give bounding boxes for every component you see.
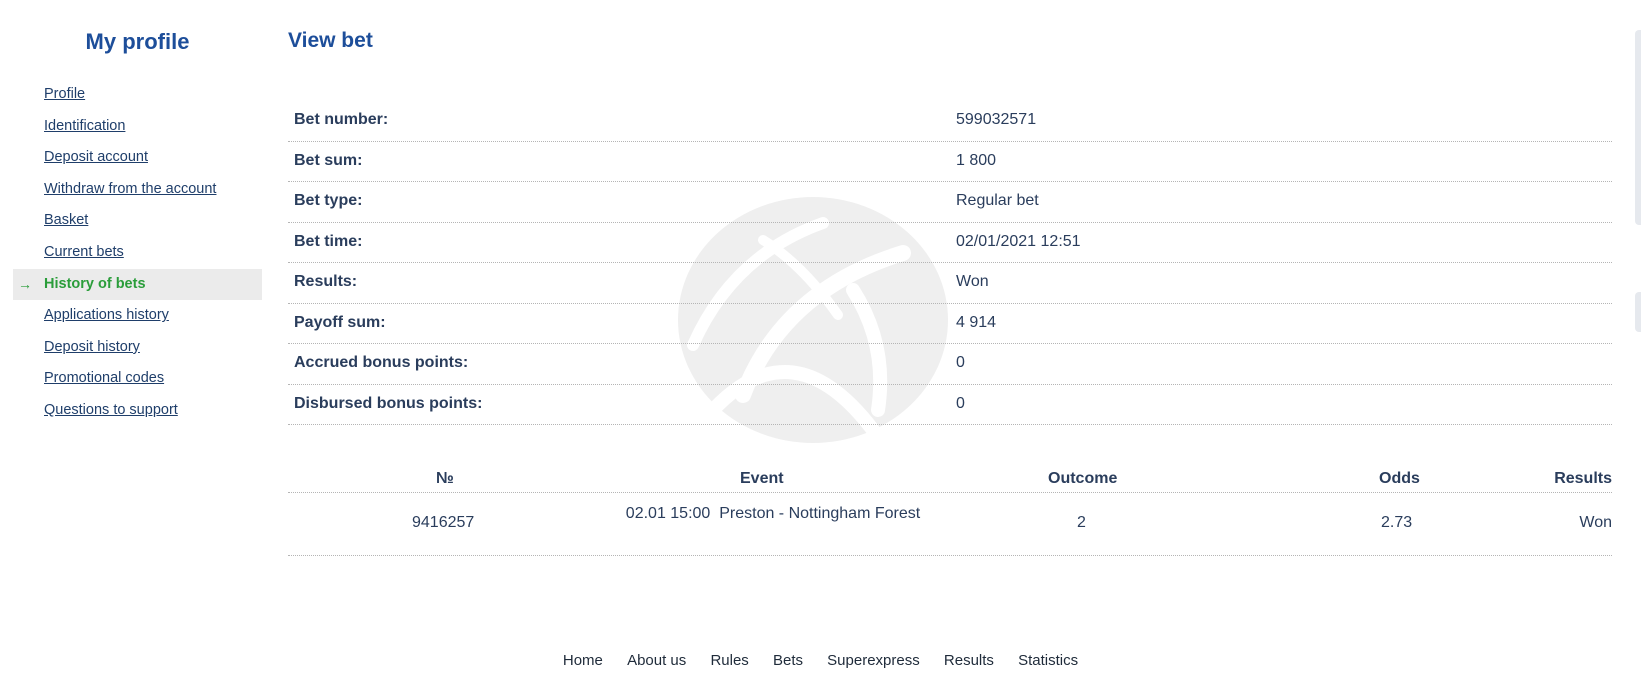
detail-label: Disbursed bonus points: bbox=[294, 394, 483, 412]
sidebar-link-deposit-account[interactable]: Deposit account bbox=[44, 149, 148, 165]
detail-label: Bet number: bbox=[294, 111, 389, 128]
detail-row-payoff-sum: Payoff sum: 4 914 bbox=[288, 304, 1612, 344]
detail-value: 0 bbox=[956, 354, 965, 371]
detail-row-bet-type: Bet type: Regular bet bbox=[288, 182, 1612, 223]
sidebar-link-profile[interactable]: Profile bbox=[44, 86, 85, 102]
detail-value: 599032571 bbox=[956, 111, 1037, 128]
sidebar-link-current-bets[interactable]: Current bets bbox=[44, 244, 124, 260]
detail-value: 1 800 bbox=[956, 151, 997, 169]
event-time: 02.01 15:00 bbox=[625, 505, 711, 522]
sidebar-title: My profile bbox=[85, 29, 190, 54]
sidebar-item-profile[interactable]: Profile bbox=[13, 79, 262, 111]
footer-link-rules[interactable]: Rules bbox=[710, 652, 748, 669]
cell-results: Won bbox=[1579, 514, 1612, 531]
sidebar-item-promotional-codes[interactable]: Promotional codes bbox=[13, 363, 262, 395]
cell-number: 9416257 bbox=[412, 514, 475, 531]
events-table: № Event Outcome Odds Results 9416257 02.… bbox=[288, 462, 1612, 556]
detail-row-results: Results: Won bbox=[288, 263, 1612, 304]
footer-link-results[interactable]: Results bbox=[944, 652, 994, 669]
column-header-results: Results bbox=[1554, 470, 1612, 487]
detail-value: Regular bet bbox=[956, 192, 1039, 209]
detail-label: Results: bbox=[294, 273, 358, 290]
sidebar-item-deposit-history[interactable]: Deposit history bbox=[13, 332, 262, 364]
sidebar-item-identification[interactable]: Identification bbox=[13, 111, 262, 143]
detail-value: Won bbox=[956, 273, 989, 290]
footer-link-home[interactable]: Home bbox=[563, 652, 603, 669]
column-header-event: Event bbox=[740, 470, 784, 487]
event-name: Preston - Nottingham Forest bbox=[719, 505, 921, 522]
sidebar-item-withdraw[interactable]: Withdraw from the account bbox=[13, 174, 262, 206]
side-panel-tab[interactable] bbox=[1635, 292, 1641, 332]
detail-value: 0 bbox=[956, 394, 965, 412]
footer-link-statistics[interactable]: Statistics bbox=[1018, 652, 1078, 669]
sidebar-link-questions-to-support[interactable]: Questions to support bbox=[44, 402, 178, 418]
detail-label: Bet sum: bbox=[294, 151, 363, 169]
side-panel-tab[interactable] bbox=[1635, 30, 1641, 225]
cell-odds: 2.73 bbox=[1381, 514, 1413, 531]
sidebar-item-current-bets[interactable]: Current bets bbox=[13, 237, 262, 269]
detail-row-disbursed-bonus: Disbursed bonus points: 0 bbox=[288, 385, 1612, 425]
footer-link-about-us[interactable]: About us bbox=[627, 652, 686, 669]
sidebar-link-deposit-history[interactable]: Deposit history bbox=[44, 339, 140, 355]
sidebar-link-identification[interactable]: Identification bbox=[44, 118, 125, 134]
sidebar-link-basket[interactable]: Basket bbox=[44, 212, 88, 228]
detail-label: Bet time: bbox=[294, 232, 363, 250]
column-header-odds: Odds bbox=[1379, 470, 1420, 487]
detail-value: 02/01/2021 12:51 bbox=[956, 232, 1081, 250]
detail-label: Accrued bonus points: bbox=[294, 354, 469, 371]
detail-row-bet-sum: Bet sum: 1 800 bbox=[288, 142, 1612, 182]
sidebar-item-basket[interactable]: Basket bbox=[13, 205, 262, 237]
sidebar-item-applications-history[interactable]: Applications history bbox=[13, 300, 262, 332]
detail-row-accrued-bonus: Accrued bonus points: 0 bbox=[288, 344, 1612, 385]
sidebar-menu: Profile Identification Deposit account W… bbox=[13, 79, 262, 427]
cell-outcome: 2 bbox=[1077, 514, 1086, 531]
sidebar-link-history-of-bets[interactable]: History of bets bbox=[44, 276, 146, 292]
table-row: 9416257 02.01 15:00 Preston - Nottingham… bbox=[288, 493, 1612, 556]
page-title: View bet bbox=[288, 29, 373, 52]
sidebar-item-deposit-account[interactable]: Deposit account bbox=[13, 142, 262, 174]
detail-value: 4 914 bbox=[956, 313, 997, 331]
footer-link-bets[interactable]: Bets bbox=[773, 652, 803, 669]
detail-row-bet-number: Bet number: 599032571 bbox=[288, 101, 1612, 142]
detail-label: Bet type: bbox=[294, 192, 363, 209]
column-header-number: № bbox=[436, 470, 454, 487]
sidebar-link-withdraw[interactable]: Withdraw from the account bbox=[44, 181, 216, 197]
arrow-right-icon: → bbox=[18, 275, 32, 292]
detail-row-bet-time: Bet time: 02/01/2021 12:51 bbox=[288, 223, 1612, 263]
column-header-outcome: Outcome bbox=[1048, 470, 1118, 487]
footer-nav: Home About us Rules Bets Superexpress Re… bbox=[0, 652, 1641, 669]
sidebar-item-questions-to-support[interactable]: Questions to support bbox=[13, 395, 262, 427]
sidebar-item-history-of-bets[interactable]: → History of bets bbox=[13, 268, 262, 301]
events-table-header: № Event Outcome Odds Results bbox=[288, 462, 1612, 493]
footer-link-superexpress[interactable]: Superexpress bbox=[827, 652, 920, 669]
sidebar-link-promotional-codes[interactable]: Promotional codes bbox=[44, 370, 164, 386]
sidebar-link-applications-history[interactable]: Applications history bbox=[44, 307, 169, 323]
detail-label: Payoff sum: bbox=[294, 313, 386, 331]
cell-event: 02.01 15:00 Preston - Nottingham Forest bbox=[623, 503, 923, 525]
bet-details-table: Bet number: 599032571 Bet sum: 1 800 Bet t… bbox=[288, 101, 1612, 425]
main-content: View bet Bet number: 599032571 Bet sum: 1 … bbox=[288, 0, 1612, 685]
